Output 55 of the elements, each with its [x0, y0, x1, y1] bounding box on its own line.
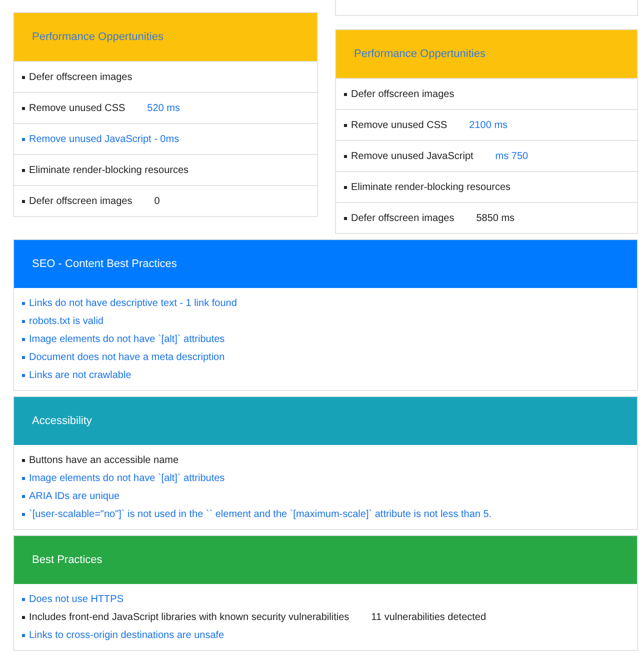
audit-text: Includes front-end JavaScript libraries with known security vulnerabilities [29, 612, 350, 622]
audit-text: Remove unused JavaScript [351, 150, 474, 162]
audit-text: Remove unused CSS [351, 120, 448, 130]
audit-text: Defer offscreen images [351, 212, 454, 224]
bullet-icon [22, 168, 25, 172]
audit-link[interactable]: Links do not have descriptive text - 1 link found [29, 298, 237, 308]
audit-text: Defer offscreen images [351, 88, 454, 100]
bullet-icon [22, 106, 25, 110]
bullet-icon [344, 124, 347, 126]
bullet-icon [344, 154, 347, 158]
audit-link[interactable]: Links are not crawlable [29, 370, 132, 380]
audit-value: 2100 ms [469, 120, 508, 130]
audit-value: ms 750 [495, 150, 528, 162]
bullet-icon [22, 476, 25, 480]
section-header: Best Practices [14, 536, 637, 584]
bullet-icon [22, 598, 25, 600]
audit-link[interactable]: Links to cross-origin destinations are unsafe [29, 630, 224, 640]
bullet-icon [344, 92, 347, 96]
audit-link[interactable]: Document does not have a meta description [29, 352, 225, 362]
section-header: Accessibility [14, 397, 637, 445]
audit-text: Buttons have an accessible name [29, 454, 179, 466]
bullet-icon [22, 320, 25, 322]
audit-link[interactable]: Image elements do not have `[alt]` attributes [29, 334, 225, 344]
bullet-icon [22, 76, 25, 78]
audit-value: 520 ms [147, 102, 180, 114]
bullet-icon [22, 634, 25, 636]
audit-text: Remove unused CSS [29, 102, 126, 114]
audit-text: Defer offscreen images [29, 196, 132, 206]
section-header: SEO - Content Best Practices [14, 240, 637, 288]
bullet-icon [22, 374, 25, 376]
audit-value: 11 vulnerabilities detected [371, 612, 486, 622]
audit-text: Defer offscreen images [29, 72, 132, 82]
bullet-icon [22, 338, 25, 340]
card-header: Performance Oppertunities [14, 13, 317, 61]
audit-link[interactable]: `[user-scalable="no"]` is not used in the `` element and the `[maximum-scale]` attribute is not less than 5. [29, 508, 492, 520]
audit-link[interactable]: Does not use HTTPS [29, 594, 124, 604]
bullet-icon [22, 616, 25, 618]
bullet-icon [22, 512, 25, 516]
audit-link[interactable]: Image elements do not have `[alt]` attributes [29, 472, 225, 484]
bullet-icon [22, 458, 25, 462]
audit-text: Eliminate render-blocking resources [29, 164, 189, 176]
bullet-icon [344, 216, 347, 220]
bullet-icon [344, 186, 347, 188]
bullet-icon [22, 356, 25, 358]
card-header: Performance Oppertunities [336, 30, 637, 78]
audit-value: 5850 ms [476, 212, 515, 224]
bullet-icon [22, 200, 25, 202]
bullet-icon [22, 494, 25, 498]
audit-link[interactable]: robots.txt is valid [29, 316, 104, 326]
bullet-icon [22, 138, 25, 140]
bullet-icon [22, 302, 25, 304]
audit-link[interactable]: ARIA IDs are unique [29, 490, 120, 502]
audit-value: 0 [154, 196, 160, 206]
audit-link[interactable]: Remove unused JavaScript - 0ms [29, 134, 180, 144]
audit-text: Eliminate render-blocking resources [351, 182, 511, 192]
